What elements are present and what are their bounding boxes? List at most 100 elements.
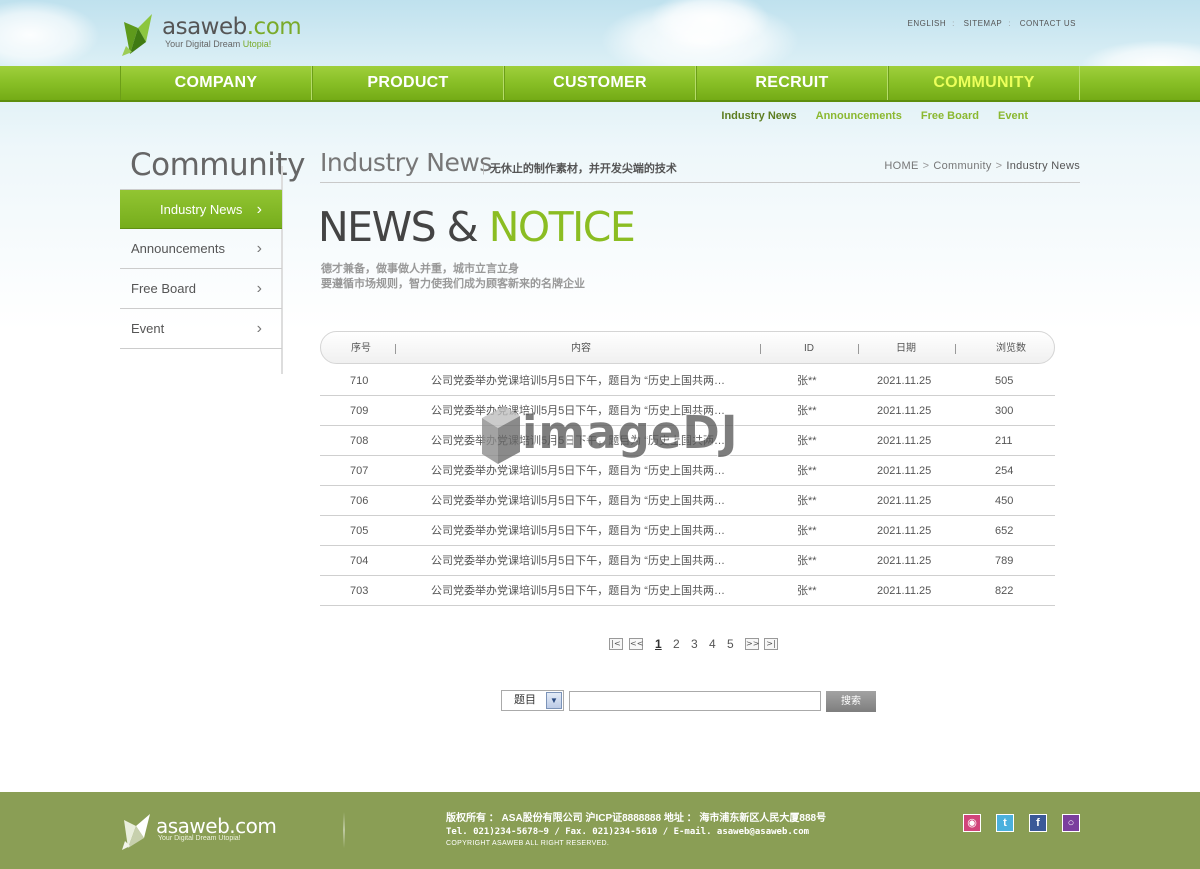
watermark-text: imageDJ	[522, 406, 739, 459]
last-page-icon[interactable]: >|	[764, 638, 778, 650]
subnav-item-free-board[interactable]: Free Board	[921, 110, 979, 122]
next-page-icon[interactable]: >>	[745, 638, 759, 650]
logo-name: asaweb	[162, 14, 247, 40]
footer-divider	[343, 812, 345, 848]
breadcrumb-community[interactable]: Community	[933, 160, 991, 172]
row-author-id: 张**	[797, 555, 817, 567]
footer-info: 版权所有 ： ASA股份有限公司 沪ICP证8888888 地址 ： 海市浦东新…	[446, 812, 826, 849]
row-views: 822	[995, 585, 1014, 597]
top-link-contact-us[interactable]: CONTACT US	[1020, 19, 1076, 28]
row-title[interactable]: 公司党委举办党课培训5月5日下午，题目为 “历史上国共两…	[431, 546, 756, 576]
breadcrumb-home[interactable]: HOME	[884, 160, 918, 172]
chevron-right-icon: >	[995, 160, 1003, 172]
row-date: 2021.11.25	[877, 495, 932, 507]
hero-subtitle-line-1: 德才兼备，做事做人并重，城市立言立身	[321, 263, 519, 275]
chevron-right-icon: ›	[256, 280, 262, 297]
footer-logo: asaweb.com Your Digital Dream Utopia!	[120, 812, 310, 852]
column-header-content: 内容	[571, 343, 591, 354]
row-date: 2021.11.25	[877, 405, 932, 417]
sidebar-item-event[interactable]: Event ›	[120, 309, 282, 349]
row-author-id: 张**	[797, 495, 817, 507]
footer-logo-slogan: Your Digital Dream Utopia!	[158, 835, 241, 842]
table-header: 序号 内容 ID 日期 浏览数	[320, 331, 1055, 364]
row-date: 2021.11.25	[877, 435, 932, 447]
page-3[interactable]: 3	[691, 637, 698, 651]
sub-nav: Industry News Announcements Free Board E…	[705, 110, 1028, 122]
nav-item-recruit[interactable]: RECRUIT	[696, 66, 888, 100]
hero-subtitle: 德才兼备，做事做人并重，城市立言立身 要遵循市场规则，智力使我们成为顾客新来的名…	[321, 262, 585, 292]
footer-logo-leaf-icon	[122, 814, 150, 850]
sidebar-title: Community	[130, 147, 305, 183]
news-table: 序号 内容 ID 日期 浏览数 710 公司党委举办党课培训5月5日下午，题目为 …	[320, 331, 1055, 606]
row-title[interactable]: 公司党委举办党课培训5月5日下午，题目为 “历史上国共两…	[431, 576, 756, 606]
row-title[interactable]: 公司党委举办党课培训5月5日下午，题目为 “历史上国共两…	[431, 366, 756, 396]
title-divider	[320, 182, 1080, 183]
row-title[interactable]: 公司党委举办党课培训5月5日下午，题目为 “历史上国共两…	[431, 486, 756, 516]
column-header-date: 日期	[896, 343, 916, 354]
row-number: 705	[350, 525, 369, 537]
watermark: imageDJ	[478, 404, 738, 468]
breadcrumb: HOME > Community > Industry News	[884, 160, 1080, 172]
site-logo[interactable]: asaweb.com Your Digital Dream Utopia!	[120, 12, 302, 58]
table-row[interactable]: 706 公司党委举办党课培训5月5日下午，题目为 “历史上国共两… 张** 2021.…	[320, 486, 1055, 516]
chevron-right-icon: >	[922, 160, 930, 172]
sidebar-item-industry-news[interactable]: Industry News ›	[120, 189, 282, 229]
sidebar-item-announcements[interactable]: Announcements ›	[120, 229, 282, 269]
row-views: 254	[995, 465, 1014, 477]
search-field-select[interactable]: 题目 ▼	[501, 690, 564, 711]
row-author-id: 张**	[797, 465, 817, 477]
footer-contact-info: Tel. 021)234-5678~9 / Fax. 021)234-5610 …	[446, 827, 810, 837]
sidebar-item-label: Industry News	[160, 202, 243, 217]
page-5[interactable]: 5	[727, 637, 734, 651]
footer: asaweb.com Your Digital Dream Utopia! 版权…	[0, 792, 1200, 869]
chat-bubble-icon[interactable]: ○	[1062, 814, 1080, 832]
previous-page-icon[interactable]: <<	[629, 638, 643, 650]
page-description: | 无休止的制作素材，并开发尖端的技术	[482, 163, 677, 175]
subnav-item-industry-news[interactable]: Industry News	[721, 110, 796, 122]
logo-domain: .com	[246, 14, 302, 40]
table-row[interactable]: 705 公司党委举办党课培训5月5日下午，题目为 “历史上国共两… 张** 2021.…	[320, 516, 1055, 546]
table-row[interactable]: 703 公司党委举办党课培训5月5日下午，题目为 “历史上国共两… 张** 2021.…	[320, 576, 1055, 606]
facebook-icon[interactable]: f	[1029, 814, 1047, 832]
row-date: 2021.11.25	[877, 585, 932, 597]
nav-item-company[interactable]: COMPANY	[120, 66, 312, 100]
row-number: 706	[350, 495, 369, 507]
search-button[interactable]: 搜索	[826, 691, 876, 712]
page-2[interactable]: 2	[673, 637, 680, 651]
search-input[interactable]	[569, 691, 821, 711]
logo-slogan: Your Digital Dream	[165, 39, 243, 49]
row-author-id: 张**	[797, 405, 817, 417]
table-row[interactable]: 710 公司党委举办党课培训5月5日下午，题目为 “历史上国共两… 张** 2021.…	[320, 366, 1055, 396]
top-links: ENGLISH: SITEMAP: CONTACT US	[907, 19, 1076, 28]
sidebar-item-label: Free Board	[131, 281, 197, 296]
weibo-icon[interactable]: ◉	[963, 814, 981, 832]
hero-subtitle-line-2: 要遵循市场规则，智力使我们成为顾客新来的名牌企业	[321, 278, 585, 290]
page-1[interactable]: 1	[655, 637, 662, 651]
nav-item-community[interactable]: COMMUNITY	[888, 66, 1080, 100]
hero-heading-green: NOTICE	[488, 203, 636, 251]
table-row[interactable]: 704 公司党委举办党课培训5月5日下午，题目为 “历史上国共两… 张** 2021.…	[320, 546, 1055, 576]
page-4[interactable]: 4	[709, 637, 716, 651]
row-title[interactable]: 公司党委举办党课培训5月5日下午，题目为 “历史上国共两…	[431, 516, 756, 546]
page-description-text: 无休止的制作素材，并开发尖端的技术	[489, 163, 677, 175]
cube-logo-icon	[482, 406, 520, 464]
hero-heading: NEWS & NOTICE	[318, 203, 636, 251]
twitter-icon[interactable]: t	[996, 814, 1014, 832]
sidebar-menu: Industry News › Announcements › Free Boa…	[120, 189, 282, 349]
subnav-item-announcements[interactable]: Announcements	[816, 110, 902, 122]
first-page-icon[interactable]: |<	[609, 638, 623, 650]
nav-item-customer[interactable]: CUSTOMER	[504, 66, 696, 100]
top-link-english[interactable]: ENGLISH	[908, 19, 947, 28]
row-views: 505	[995, 375, 1014, 387]
footer-copyright: COPYRIGHT ASAWEB ALL RIGHT RESERVED.	[446, 840, 610, 847]
row-date: 2021.11.25	[877, 525, 932, 537]
row-date: 2021.11.25	[877, 555, 932, 567]
subnav-item-event[interactable]: Event	[998, 110, 1028, 122]
hero-heading-dark: NEWS &	[318, 203, 489, 251]
nav-item-product[interactable]: PRODUCT	[312, 66, 504, 100]
top-link-sitemap[interactable]: SITEMAP	[964, 19, 1003, 28]
row-date: 2021.11.25	[877, 465, 932, 477]
sidebar-item-free-board[interactable]: Free Board ›	[120, 269, 282, 309]
column-header-number: 序号	[351, 343, 371, 354]
sidebar-item-label: Event	[131, 321, 165, 336]
